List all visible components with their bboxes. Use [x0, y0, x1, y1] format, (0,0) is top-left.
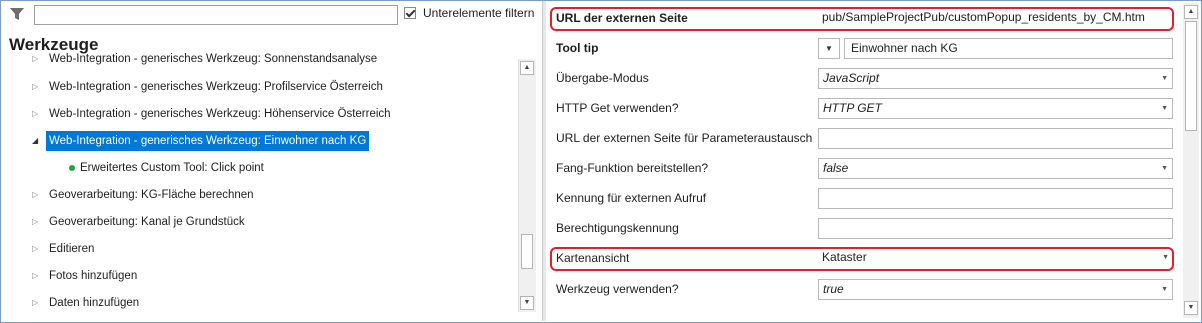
property-label: Tool tip [556, 41, 599, 55]
tree-item-label: Geoverarbeitung: KG-Fläche berechnen [49, 189, 254, 201]
tree-item-label: Web-Integration - generisches Werkzeug: … [49, 108, 391, 120]
property-label: URL der externen Seite für Parameteraust… [556, 131, 813, 145]
snap-select[interactable]: false ▼ [818, 158, 1173, 179]
property-row-use-tool: Werkzeug verwenden? true ▼ [546, 275, 1176, 303]
property-label: Berechtigungskennung [556, 221, 679, 235]
chevron-down-icon: ▼ [1161, 165, 1168, 172]
property-label: HTTP Get verwenden? [556, 101, 679, 115]
scroll-thumb[interactable] [1185, 21, 1197, 131]
tree-scrollbar[interactable]: ▲ ▼ [518, 59, 536, 312]
select-value: JavaScript [823, 71, 880, 85]
filter-icon[interactable] [9, 6, 25, 22]
filter-input[interactable] [34, 5, 398, 25]
property-label: Kennung für externen Aufruf [556, 191, 707, 205]
select-value: false [823, 161, 849, 175]
collapse-arrow-icon[interactable]: ◢ [32, 131, 42, 151]
property-row-snap: Fang-Funktion bereitstellen? false ▼ [546, 154, 1176, 182]
highlight-box [550, 7, 1174, 31]
scroll-down-icon[interactable]: ▼ [1184, 301, 1198, 315]
property-scrollbar[interactable]: ▲ ▼ [1183, 3, 1199, 318]
select-value: HTTP GET [823, 101, 882, 115]
expand-arrow-icon[interactable]: ▷ [32, 293, 42, 313]
scroll-thumb[interactable] [521, 234, 533, 269]
http-get-select[interactable]: HTTP GET ▼ [818, 98, 1173, 119]
property-grid: URL der externen Seite pub/SampleProject… [546, 1, 1182, 321]
property-label: Werkzeug verwenden? [556, 282, 679, 296]
tree-item-label: Web-Integration - generisches Werkzeug: … [49, 53, 378, 65]
tools-pane: Unterelemente filtern Werkzeuge ▷ Web-In… [1, 1, 541, 321]
expand-arrow-icon[interactable]: ▷ [32, 266, 42, 286]
permission-field[interactable] [818, 218, 1173, 239]
property-label: Fang-Funktion bereitstellen? [556, 161, 709, 175]
property-row-permission: Berechtigungskennung [546, 214, 1176, 242]
scroll-down-icon[interactable]: ▼ [520, 296, 534, 310]
highlight-box [550, 247, 1174, 271]
tooltip-field[interactable]: Einwohner nach KG [844, 38, 1173, 59]
subitems-filter-label: Unterelemente filtern [423, 6, 535, 20]
tools-tree: ▷ Web-Integration - generisches Werkzeug… [1, 51, 513, 316]
ext-id-field[interactable] [818, 188, 1173, 209]
tree-item-label: Erweitertes Custom Tool: Click point [80, 162, 264, 174]
tree-item-label: Editieren [49, 243, 95, 255]
tree-item-label: Web-Integration - generisches Werkzeug: … [49, 81, 383, 93]
chevron-down-icon: ▼ [1161, 75, 1168, 82]
chevron-down-icon[interactable]: ▼ [818, 38, 840, 59]
url-param-field[interactable] [818, 128, 1173, 149]
expand-arrow-icon[interactable]: ▷ [32, 51, 42, 69]
property-row-mode: Übergabe-Modus JavaScript ▼ [546, 64, 1176, 92]
expand-arrow-icon[interactable]: ▷ [32, 77, 42, 97]
property-label: Übergabe-Modus [556, 71, 649, 85]
tree-item-label: Geoverarbeitung: Kanal je Grundstück [49, 216, 245, 228]
select-value: true [823, 282, 844, 296]
property-row-url-param: URL der externen Seite für Parameteraust… [546, 124, 1176, 152]
expand-arrow-icon[interactable]: ▷ [32, 104, 42, 124]
status-dot-icon [69, 165, 75, 171]
chevron-down-icon: ▼ [1161, 286, 1168, 293]
scroll-up-icon[interactable]: ▲ [520, 61, 534, 75]
chevron-down-icon: ▼ [1161, 105, 1168, 112]
expand-arrow-icon[interactable]: ▷ [32, 239, 42, 259]
use-tool-select[interactable]: true ▼ [818, 279, 1173, 300]
property-row-ext-id: Kennung für externen Aufruf [546, 184, 1176, 212]
scroll-up-icon[interactable]: ▲ [1184, 5, 1198, 19]
tree-item-label: Web-Integration - generisches Werkzeug: … [46, 131, 370, 151]
expand-arrow-icon[interactable]: ▷ [32, 185, 42, 205]
subitems-filter-checkbox[interactable] [404, 7, 416, 19]
property-row-tooltip: Tool tip ▼ Einwohner nach KG [546, 34, 1176, 62]
tree-item-label: Daten hinzufügen [49, 297, 140, 309]
property-row-http-get: HTTP Get verwenden? HTTP GET ▼ [546, 94, 1176, 122]
expand-arrow-icon[interactable]: ▷ [32, 212, 42, 232]
mode-select[interactable]: JavaScript ▼ [818, 68, 1173, 89]
tree-item-label: Fotos hinzufügen [49, 270, 138, 282]
